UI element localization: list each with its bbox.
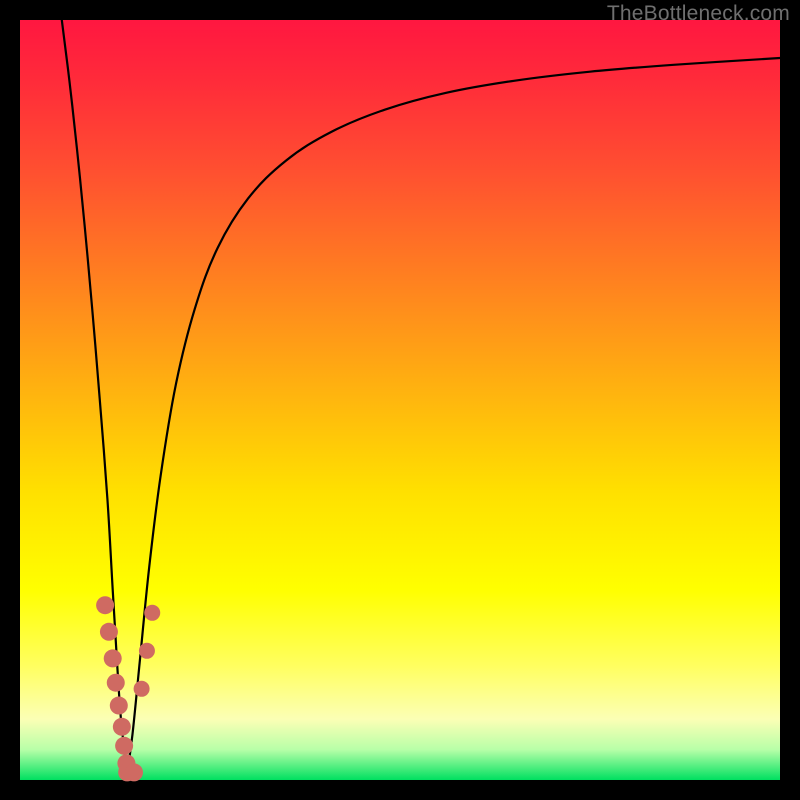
plot-area: [20, 20, 780, 780]
bead-icon: [144, 605, 160, 621]
chart-frame: TheBottleneck.com: [0, 0, 800, 800]
bead-icon: [104, 649, 122, 667]
bead-icon: [113, 718, 131, 736]
bead-icon: [139, 643, 155, 659]
bead-icon: [125, 763, 143, 781]
curve-right-ascent: [127, 58, 780, 772]
curves-svg: [20, 20, 780, 780]
bead-icon: [100, 623, 118, 641]
bead-icon: [110, 697, 128, 715]
bead-icon: [115, 737, 133, 755]
bead-icon: [107, 674, 125, 692]
bead-icon: [96, 596, 114, 614]
bead-group: [96, 596, 160, 781]
bead-icon: [134, 681, 150, 697]
